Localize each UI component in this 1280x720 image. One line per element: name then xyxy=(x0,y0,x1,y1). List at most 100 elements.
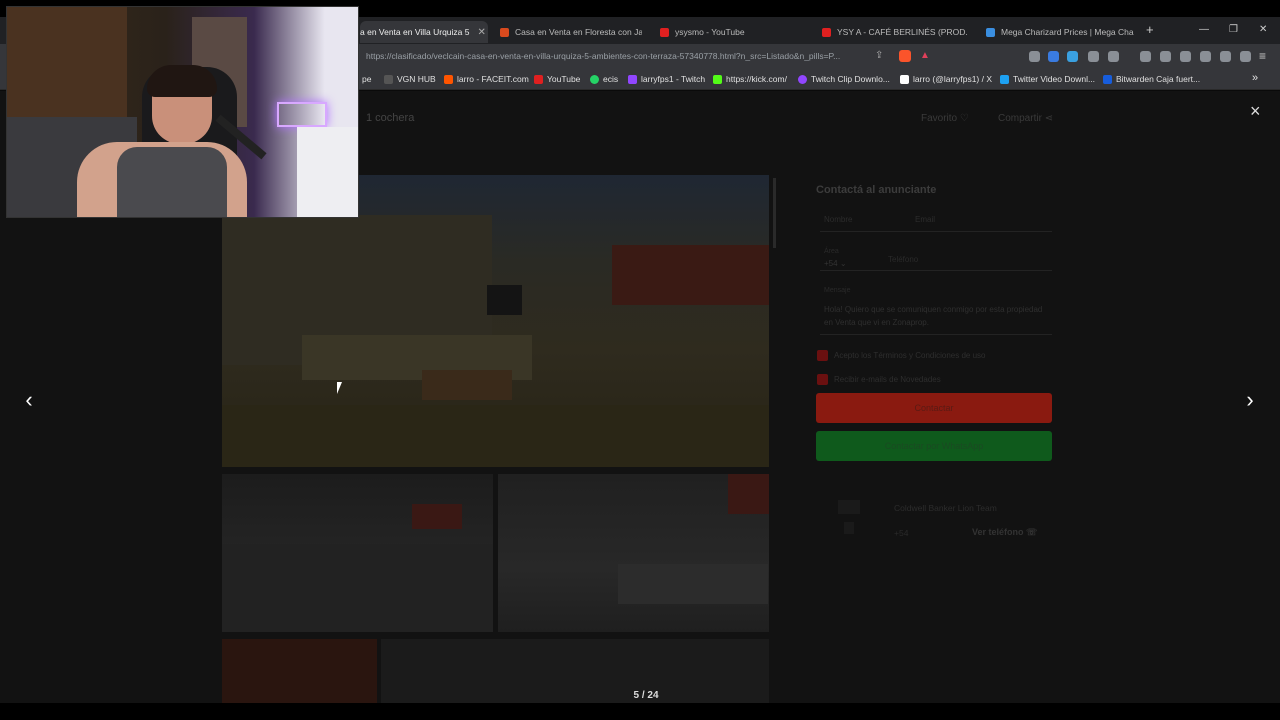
contact-title: Contactá al anunciante xyxy=(816,184,937,196)
tab-floresta[interactable]: Casa en Venta en Floresta con Jardin xyxy=(492,21,642,43)
whatsapp-icon xyxy=(590,74,599,84)
message-label: Mensaje xyxy=(824,287,851,294)
webcam-overlay xyxy=(6,6,359,218)
living-room-floor xyxy=(222,544,493,632)
brave-shield-icon[interactable] xyxy=(899,50,911,62)
agency-name: Coldwell Banker Lion Team xyxy=(894,503,997,513)
bookmark-item[interactable]: larro (@larryfps1) / X xyxy=(900,74,992,84)
vpn-icon[interactable] xyxy=(1240,51,1251,62)
url-input[interactable]: https://clasificado/veclcain-casa-en-ven… xyxy=(366,51,866,61)
extension-icon[interactable] xyxy=(1048,51,1059,62)
favorite-button[interactable]: Favorito ♡ xyxy=(921,113,969,124)
next-photo-button[interactable]: › xyxy=(1237,387,1263,413)
mouse-cursor-icon xyxy=(337,382,347,394)
media-icon[interactable] xyxy=(1160,51,1171,62)
tab-title: YSY A - CAFÉ BERLINÉS (PROD. EVLA xyxy=(837,27,970,37)
name-field[interactable]: Nombre xyxy=(824,215,852,224)
bookmark-item[interactable]: larro - FACEIT.com xyxy=(444,74,529,84)
twitch-clip-icon xyxy=(798,74,807,84)
wallet-icon[interactable] xyxy=(1200,51,1211,62)
minimize-icon[interactable]: — xyxy=(1199,24,1209,35)
streamer-hair xyxy=(147,65,217,97)
tab-title: Casa en Venta en Floresta con Jardin xyxy=(515,27,642,37)
bookmark-item[interactable]: https://kick.com/ xyxy=(713,74,787,84)
extension-icon[interactable] xyxy=(1108,51,1119,62)
photo-counter: 5 / 24 xyxy=(633,690,659,701)
bookmark-item[interactable]: ecis xyxy=(590,74,618,84)
close-gallery-icon[interactable]: × xyxy=(1250,101,1261,122)
gallery-photo[interactable] xyxy=(498,474,769,632)
bookmark-item[interactable]: pe xyxy=(362,74,371,84)
bookshelf xyxy=(7,7,127,117)
tab-ysy-a[interactable]: YSY A - CAFÉ BERLINÉS (PROD. EVLA xyxy=(814,21,970,43)
bitwarden-icon xyxy=(1103,74,1112,84)
area-label: Área xyxy=(824,248,839,255)
tab-youtube[interactable]: ysysmo - YouTube xyxy=(652,21,802,43)
red-wall xyxy=(728,474,769,514)
listing-header-text: 1 cochera xyxy=(366,112,415,124)
terms-checkbox[interactable] xyxy=(817,350,828,361)
phone-field[interactable]: Teléfono xyxy=(888,255,918,264)
previous-photo-button[interactable]: ‹ xyxy=(16,387,42,413)
leo-ai-icon[interactable] xyxy=(1220,51,1231,62)
house-window xyxy=(487,285,522,315)
x-icon xyxy=(900,74,909,84)
newsletter-label: Recibir e-mails de Novedades xyxy=(834,375,941,384)
phone-icon xyxy=(844,522,854,534)
tab-favicon-icon xyxy=(986,27,995,37)
bookmarks-overflow-button[interactable]: » xyxy=(1252,72,1258,84)
share-icon: ⋖ xyxy=(1044,113,1054,124)
scrollbar[interactable] xyxy=(773,178,776,248)
tab-active[interactable]: a en Venta en Villa Urquiza 5 ✕ xyxy=(360,21,488,43)
streamer-shirt xyxy=(117,147,227,217)
red-awning xyxy=(612,245,769,305)
close-tab-icon[interactable]: ✕ xyxy=(477,27,485,38)
white-desk xyxy=(297,127,358,217)
newsletter-checkbox[interactable] xyxy=(817,374,828,385)
share-page-icon[interactable]: ⇪ xyxy=(875,50,883,61)
field-underline xyxy=(820,334,1052,335)
brave-rewards-icon[interactable]: ▲ xyxy=(920,50,930,61)
share-button[interactable]: Compartir ⋖ xyxy=(998,113,1053,124)
window-close-icon[interactable]: ✕ xyxy=(1259,24,1267,35)
gallery-photo[interactable] xyxy=(222,474,493,632)
new-tab-button[interactable]: + xyxy=(1146,22,1154,37)
bookmark-item[interactable]: YouTube xyxy=(534,74,580,84)
whatsapp-button[interactable]: Contactar por WhatsApp xyxy=(816,431,1052,461)
faceit-icon xyxy=(444,74,453,84)
tab-favicon-icon xyxy=(500,27,509,37)
tab-title: a en Venta en Villa Urquiza 5 xyxy=(360,27,470,37)
see-phone-link[interactable]: Ver teléfono ☏ xyxy=(972,527,1037,538)
contact-button[interactable]: Contactar xyxy=(816,393,1052,423)
bookmark-item[interactable]: VGN HUB xyxy=(384,74,436,84)
message-textarea[interactable]: Hola! Quiero que se comuniquen conmigo p… xyxy=(824,303,1044,329)
restore-icon[interactable]: ❐ xyxy=(1229,24,1238,35)
agency-logo xyxy=(838,500,860,514)
bottom-black-strip xyxy=(0,703,1280,720)
menu-icon[interactable]: ≡ xyxy=(1259,49,1266,63)
bookmark-item[interactable]: Bitwarden Caja fuert... xyxy=(1103,74,1200,84)
field-underline xyxy=(820,231,1052,232)
extension-icon[interactable] xyxy=(1067,51,1078,62)
email-field[interactable]: Email xyxy=(915,215,935,224)
extension-icon[interactable] xyxy=(1029,51,1040,62)
bookmark-item[interactable]: Twitter Video Downl... xyxy=(1000,74,1095,84)
main-photo[interactable] xyxy=(222,175,769,467)
gallery-photo[interactable] xyxy=(222,639,377,703)
phone-prefix: +54 xyxy=(894,528,909,538)
youtube-favicon-icon xyxy=(822,27,831,37)
tab-charizard[interactable]: Mega Charizard Prices | Mega Chari xyxy=(978,21,1134,43)
extensions-puzzle-icon[interactable] xyxy=(1088,51,1099,62)
area-select[interactable]: +54 ⌄ xyxy=(824,259,847,268)
youtube-icon xyxy=(534,74,543,84)
twitch-icon xyxy=(628,74,637,84)
wall-art xyxy=(412,504,462,529)
bookmark-item[interactable]: Twitch Clip Downlo... xyxy=(798,74,890,84)
download-icon[interactable] xyxy=(1140,51,1151,62)
twitter-downloader-icon xyxy=(1000,74,1009,84)
sidebar-icon[interactable] xyxy=(1180,51,1191,62)
gallery-photo[interactable] xyxy=(381,639,769,703)
bookmark-item[interactable]: larryfps1 - Twitch xyxy=(628,74,705,84)
tab-title: Mega Charizard Prices | Mega Chari xyxy=(1001,27,1134,37)
phone-glyph-icon: ☏ xyxy=(1026,527,1038,537)
